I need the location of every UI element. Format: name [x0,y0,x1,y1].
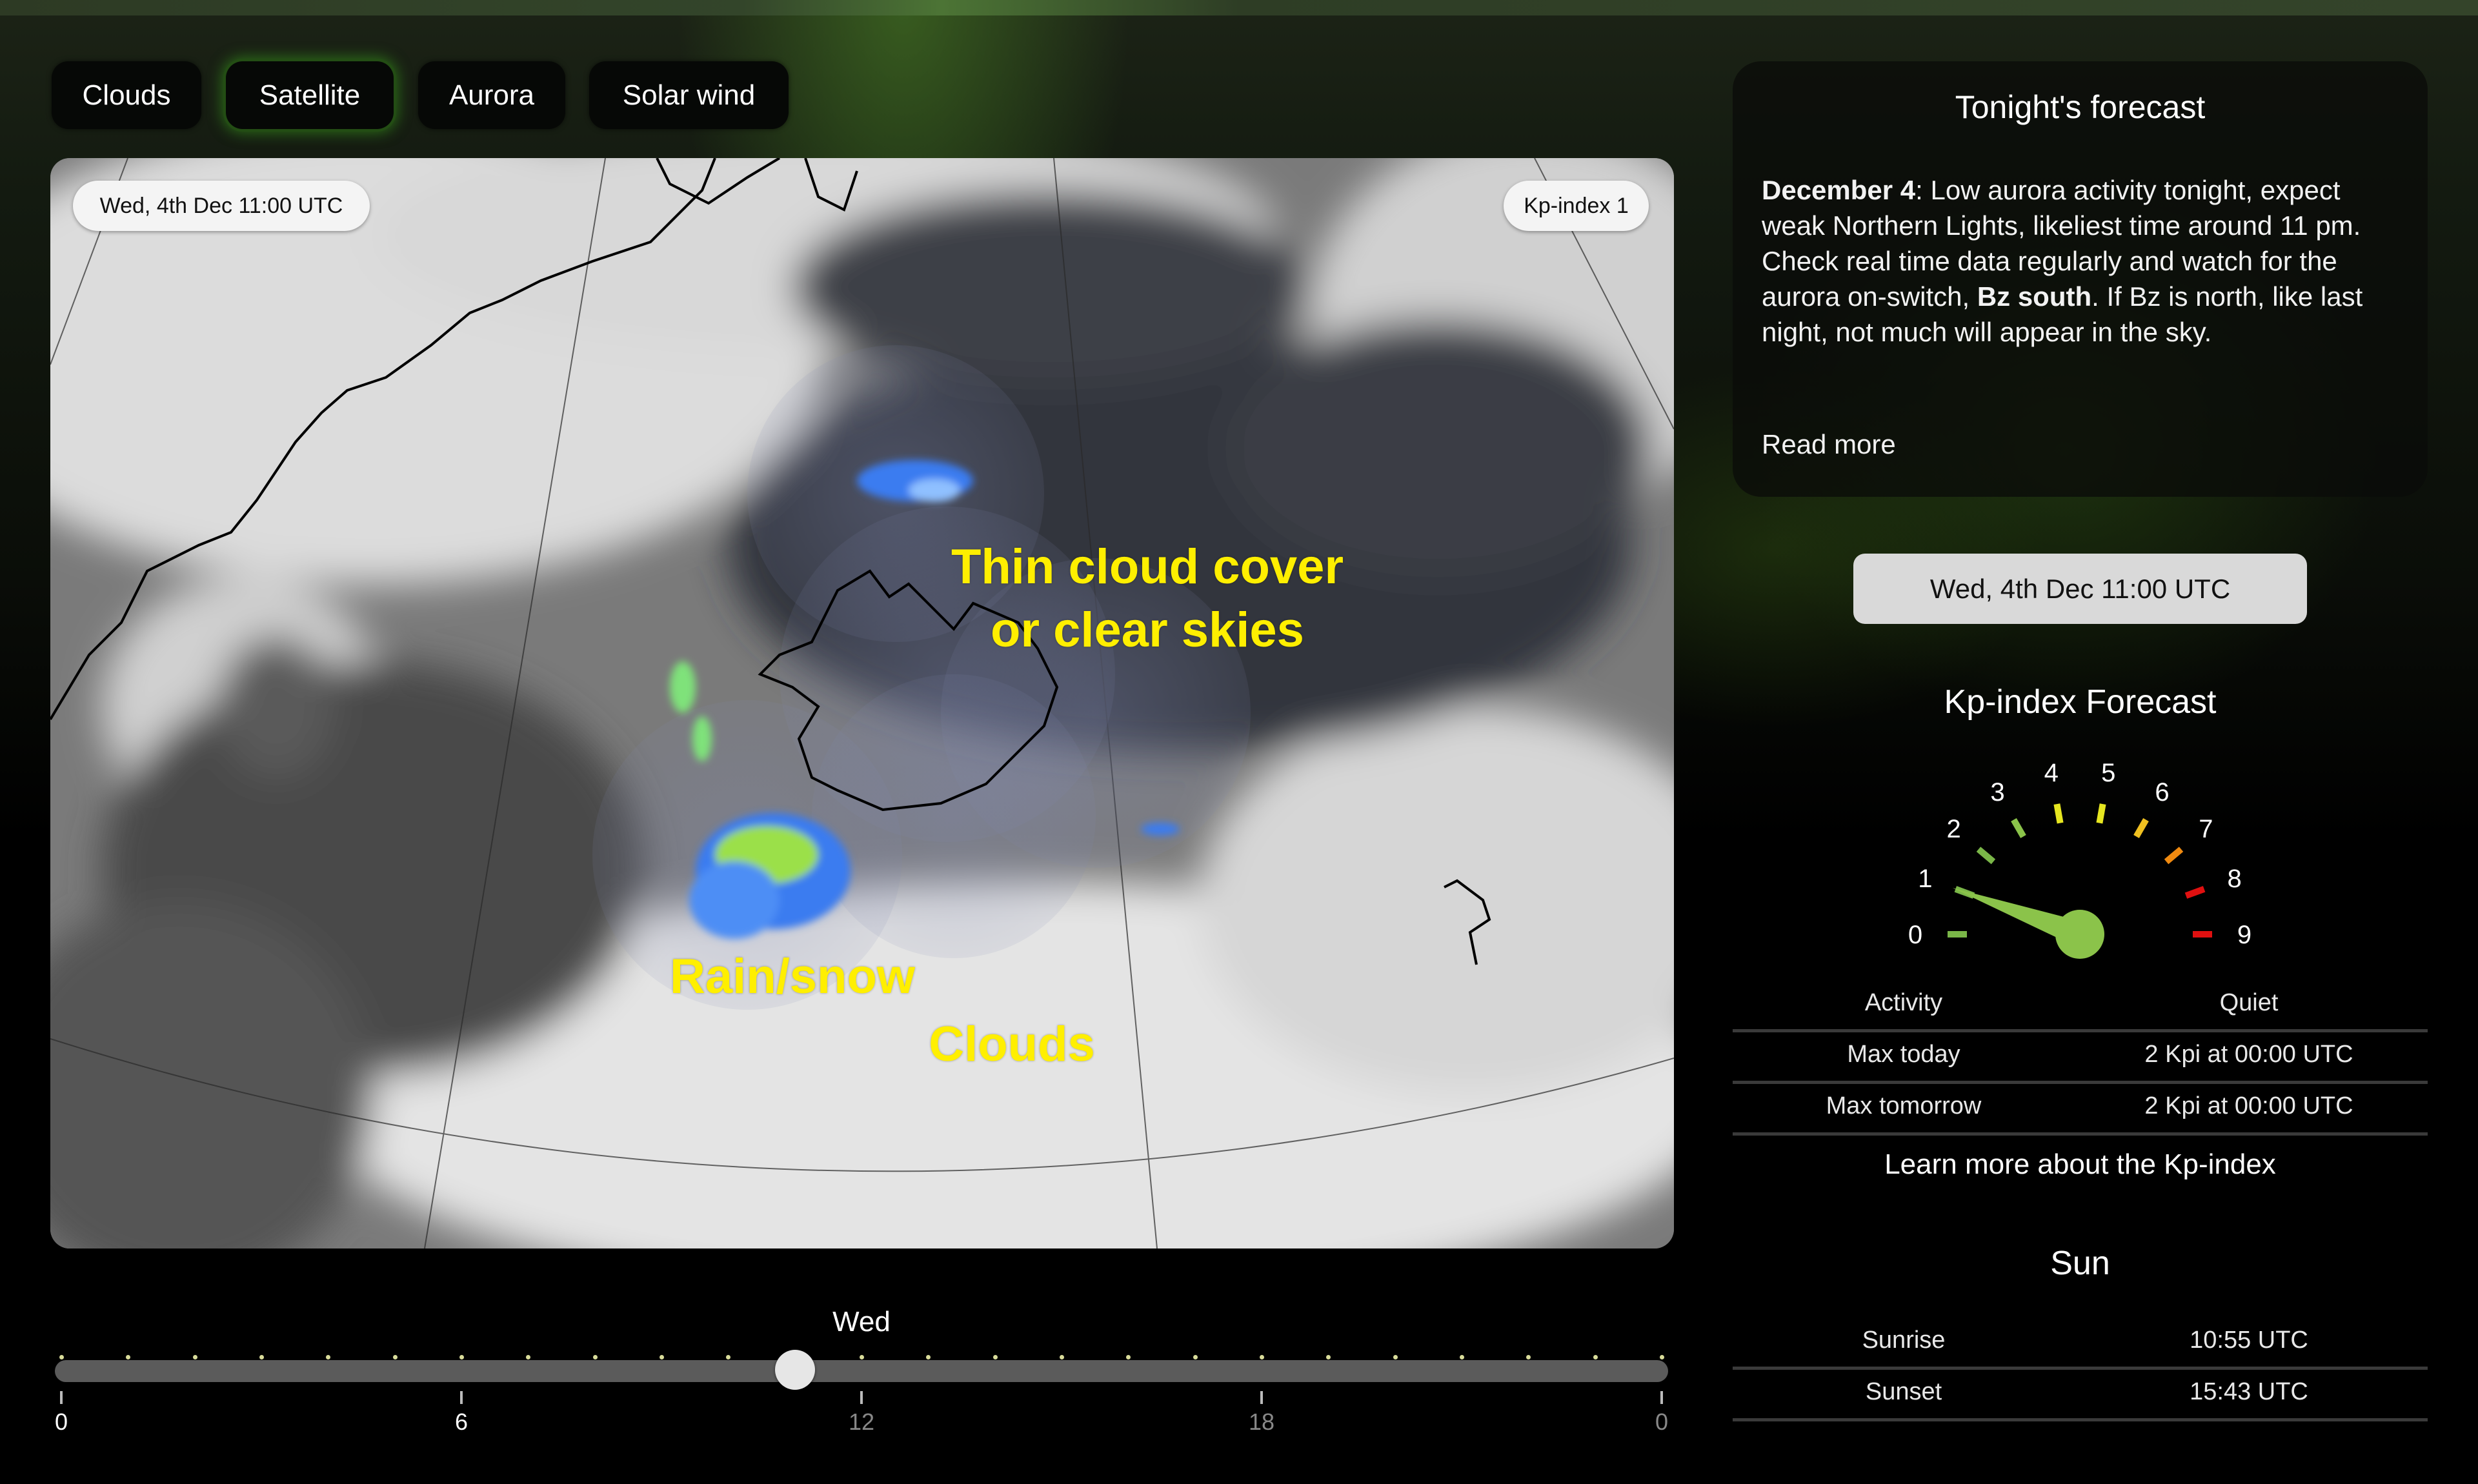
timeline-hour-dot [592,1355,598,1359]
tab-clouds[interactable]: Clouds [52,61,201,129]
gauge-label-7: 7 [2199,815,2213,843]
timeline-tick-label: 12 [848,1409,875,1435]
kp-row-value: 2 Kpi at 00:00 UTC [2144,1092,2353,1119]
timeline-hour-dot [192,1355,197,1359]
timeline-hour-dot [1460,1355,1464,1359]
timeline-hour-dot [1593,1355,1598,1359]
timeline-hour-dot [860,1355,864,1359]
timeline-hour-dot [459,1355,464,1359]
timeline-tick [1260,1391,1263,1404]
timeline-hour-dot [259,1355,264,1359]
sun-row-label: Sunrise [1862,1327,1946,1354]
timeline-tick [860,1391,863,1404]
satellite-map[interactable]: Wed, 4th Dec 11:00 UTC Kp-index 1 Thin c… [50,158,1674,1248]
tab-solar-wind[interactable]: Solar wind [589,61,789,129]
kp-row-value: Quiet [2219,989,2279,1016]
map-kp-badge: Kp-index 1 [1504,181,1649,231]
timeline-track[interactable] [55,1360,1668,1382]
timeline-day-label: Wed [832,1306,891,1338]
forecast-title: Tonight's forecast [1955,89,2206,125]
timeline-hour-dot [59,1355,64,1359]
gauge-tick-4 [2053,803,2064,824]
sun-row-sunset: Sunset 15:43 UTC [1733,1367,2428,1421]
timeline-hour-dot [392,1355,398,1359]
timeline-hour-dot [992,1355,998,1359]
kp-forecast-title: Kp-index Forecast [1944,683,2217,721]
gauge-label-0: 0 [1908,921,1922,949]
annotation-clouds: Clouds [929,1017,1095,1072]
gauge-tick-8 [2184,886,2206,899]
sun-row-label: Sunset [1865,1378,1942,1405]
gauge-label-5: 5 [2101,759,2115,787]
top-aurora-band [0,0,2478,15]
annotation-rain-snow: Rain/snow [669,949,916,1004]
timeline-tick-label: 6 [454,1409,468,1435]
timeline-tick-label: 18 [1248,1409,1275,1435]
kp-row-label: Max today [1847,1041,1960,1068]
forecast-text-bold: Bz south [1977,281,2092,312]
kp-row-value: 2 Kpi at 00:00 UTC [2144,1041,2353,1068]
sun-title: Sun [2050,1245,2110,1282]
learn-more-kp-link[interactable]: Learn more about the Kp-index [1733,1148,2428,1181]
gauge-tick-6 [2133,817,2149,838]
annotation-clear-skies: Thin cloud cover or clear skies [863,536,1431,662]
timeline-hour-dot [1060,1355,1064,1359]
sun-row-sunrise: Sunrise 10:55 UTC [1733,1315,2428,1370]
timeline-hour-dot [660,1355,664,1359]
timeline-hour-dot [1193,1355,1198,1359]
kp-row-label: Activity [1864,989,1943,1016]
annotation-clear-line1: Thin cloud cover [951,539,1344,594]
timeline-hour-dot [1393,1355,1398,1359]
gauge-label-9: 9 [2237,921,2251,949]
kp-row-max-tomorrow: Max tomorrow 2 Kpi at 00:00 UTC [1733,1081,2428,1136]
timeline-tick-label: 0 [1655,1409,1669,1435]
gauge-label-3: 3 [1990,778,2004,807]
gauge-tick-5 [2096,803,2106,824]
map-timestamp-badge: Wed, 4th Dec 11:00 UTC [73,181,370,231]
kp-row-activity: Activity Quiet [1733,978,2428,1032]
timeline-hour-dot [1260,1355,1264,1359]
kp-row-max-today: Max today 2 Kpi at 00:00 UTC [1733,1029,2428,1084]
timeline-tick [60,1391,63,1404]
gauge-label-4: 4 [2044,759,2059,787]
sun-row-value: 10:55 UTC [2190,1327,2308,1354]
gauge-hub [2055,910,2104,959]
gauge-label-8: 8 [2227,865,2241,893]
gauge-label-6: 6 [2155,778,2169,807]
kp-gauge: 0 12 3 4 5 6 78 9 [1908,759,2251,959]
gauge-tick-2 [1976,847,1996,865]
annotation-clear-line2: or clear skies [991,603,1304,657]
timeline-tick [460,1391,463,1404]
forecast-text: December 4: Low aurora activity tonight,… [1762,172,2407,350]
timeline-tick [1660,1391,1663,1404]
selected-time-button[interactable]: Wed, 4th Dec 11:00 UTC [1853,554,2307,624]
tab-aurora[interactable]: Aurora [418,61,565,129]
read-more-link[interactable]: Read more [1762,429,1896,460]
tab-satellite[interactable]: Satellite [226,61,394,129]
timeline-hour-dot [1660,1355,1664,1359]
satellite-imagery [50,158,1674,1248]
kp-row-label: Max tomorrow [1826,1092,1982,1119]
forecast-date: December 4 [1762,175,1916,205]
timeline-tick-label: 0 [54,1409,68,1435]
tonights-forecast-card: Tonight's forecast December 4: Low auror… [1733,61,2428,497]
gauge-label-1: 1 [1918,865,1932,893]
timeline-thumb[interactable] [774,1350,815,1390]
sun-row-value: 15:43 UTC [2190,1378,2308,1405]
gauge-label-2: 2 [1947,815,1961,843]
gauge-tick-3 [2011,817,2026,838]
gauge-tick-7 [2164,847,2184,865]
